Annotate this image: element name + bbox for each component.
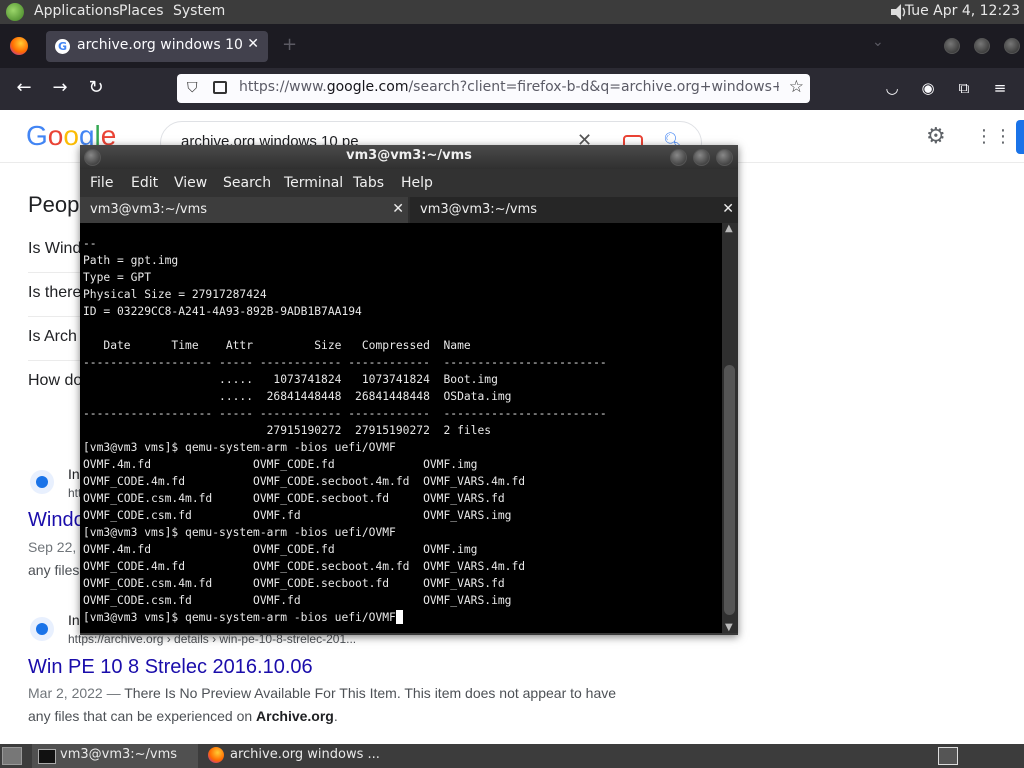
pocket-icon[interactable]: ◡ <box>882 79 902 97</box>
paa-question-3[interactable]: Is Arch <box>28 328 77 346</box>
terminal-output-text: -- Path = gpt.img Type = GPT Physical Si… <box>83 237 607 607</box>
tab-title: archive.org windows 10 pe - <box>77 37 242 53</box>
close-window-button[interactable] <box>1004 38 1020 54</box>
paa-question-1[interactable]: Is Wind <box>28 240 81 258</box>
tracking-shield-icon[interactable]: ⛉ <box>187 80 198 96</box>
people-also-ask-heading: Peop <box>28 192 80 217</box>
firefox-tab-bar: G archive.org windows 10 pe - ✕ + ⌄ <box>0 24 1024 68</box>
scrollbar-thumb[interactable] <box>724 365 735 615</box>
close-tab-icon[interactable]: ✕ <box>722 201 734 217</box>
terminal-tab-1[interactable]: vm3@vm3:~/vms ✕ <box>80 197 408 223</box>
new-tab-button[interactable]: + <box>282 34 297 55</box>
reload-icon[interactable]: ↻ <box>84 77 108 98</box>
paa-divider <box>28 272 88 273</box>
archive-favicon-icon <box>30 617 54 641</box>
terminal-menubar: File Edit View Search Terminal Tabs Help <box>80 169 738 197</box>
bottom-taskbar: vm3@vm3:~/vms archive.org windows ... <box>0 744 1024 768</box>
firefox-icon[interactable] <box>10 37 28 55</box>
minimize-button[interactable] <box>670 149 687 166</box>
window-menu-button[interactable] <box>84 149 101 166</box>
menu-file[interactable]: File <box>90 175 113 191</box>
tab-label: vm3@vm3:~/vms <box>90 202 208 217</box>
extensions-icon[interactable]: ⧉ <box>954 79 974 97</box>
result-snippet: Mar 2, 2022 — There Is No Preview Availa… <box>28 682 638 728</box>
distro-logo-icon[interactable] <box>6 3 24 21</box>
paa-divider <box>28 360 88 361</box>
terminal-titlebar[interactable]: vm3@vm3:~/vms <box>80 145 738 169</box>
hamburger-menu-icon[interactable]: ≡ <box>990 79 1010 97</box>
menu-search[interactable]: Search <box>223 175 271 191</box>
workspace-switcher-icon[interactable] <box>938 747 958 765</box>
applications-menu[interactable]: Applications <box>34 3 120 19</box>
places-menu[interactable]: Places <box>119 3 164 19</box>
result-snippet-bold: Archive.org <box>256 708 334 724</box>
taskbar-terminal-button[interactable]: vm3@vm3:~/vms <box>32 744 198 768</box>
text-cursor <box>395 610 403 624</box>
tab-label: vm3@vm3:~/vms <box>420 202 538 217</box>
bookmark-star-icon[interactable]: ☆ <box>789 77 804 97</box>
settings-gear-icon[interactable]: ⚙ <box>926 124 946 149</box>
firefox-icon <box>208 747 224 763</box>
result-site-name[interactable]: In <box>68 612 80 628</box>
terminal-screen[interactable]: -- Path = gpt.img Type = GPT Physical Si… <box>80 223 722 633</box>
taskbar-item-label: vm3@vm3:~/vms <box>60 747 178 762</box>
terminal-prompt-line[interactable]: [vm3@vm3 vms]$ qemu-system-arm -bios uef… <box>83 611 396 624</box>
close-tab-icon[interactable]: ✕ <box>247 36 259 52</box>
firefox-nav-toolbar: ← → ↻ ⛉ https://www.google.com/search?cl… <box>0 68 1024 110</box>
paa-divider <box>28 316 88 317</box>
google-favicon-icon: G <box>55 39 70 54</box>
close-window-button[interactable] <box>716 149 733 166</box>
show-desktop-icon[interactable] <box>2 747 22 765</box>
sign-in-button[interactable] <box>1016 120 1024 154</box>
terminal-output: -- Path = gpt.img Type = GPT Physical Si… <box>80 223 722 626</box>
maximize-button[interactable] <box>974 38 990 54</box>
terminal-tab-strip: vm3@vm3:~/vms ✕ vm3@vm3:~/vms ✕ <box>80 197 738 223</box>
account-icon[interactable]: ◉ <box>918 79 938 97</box>
taskbar-firefox-button[interactable]: archive.org windows ... <box>202 744 382 768</box>
browser-tab-active[interactable]: G archive.org windows 10 pe - ✕ <box>46 31 268 62</box>
result-date: Sep 22, <box>28 539 77 555</box>
result-snippet-text: any files <box>28 562 80 578</box>
menu-terminal[interactable]: Terminal <box>284 175 343 191</box>
terminal-tab-2[interactable]: vm3@vm3:~/vms ✕ <box>410 197 738 223</box>
clock[interactable]: Tue Apr 4, 12:23 <box>905 3 1020 19</box>
result-date: Mar 2, 2022 — <box>28 685 121 701</box>
menu-help[interactable]: Help <box>401 175 433 191</box>
paa-question-4[interactable]: How do <box>28 372 82 390</box>
taskbar-item-label: archive.org windows ... <box>230 747 380 762</box>
close-tab-icon[interactable]: ✕ <box>392 201 404 217</box>
forward-arrow-icon[interactable]: → <box>48 77 72 98</box>
paa-question-2[interactable]: Is there <box>28 284 81 302</box>
menu-edit[interactable]: Edit <box>131 175 158 191</box>
scroll-up-arrow-icon[interactable]: ▲ <box>725 223 733 234</box>
archive-favicon-icon <box>30 470 54 494</box>
terminal-window[interactable]: vm3@vm3:~/vms File Edit View Search Term… <box>80 145 738 635</box>
result-title[interactable]: Win PE 10 8 Strelec 2016.10.06 <box>28 656 313 679</box>
result-title[interactable]: Windo <box>28 509 85 532</box>
minimize-button[interactable] <box>944 38 960 54</box>
terminal-scrollbar[interactable]: ▲ ▼ <box>722 223 738 633</box>
scroll-down-arrow-icon[interactable]: ▼ <box>725 622 733 633</box>
result-site-name[interactable]: In <box>68 466 80 482</box>
result-snippet-end: . <box>333 708 338 724</box>
maximize-button[interactable] <box>693 149 710 166</box>
top-panel: Applications Places System Tue Apr 4, 12… <box>0 0 1024 24</box>
system-menu[interactable]: System <box>173 3 225 19</box>
menu-tabs[interactable]: Tabs <box>353 175 384 191</box>
terminal-title: vm3@vm3:~/vms <box>346 148 472 163</box>
lock-icon[interactable] <box>213 81 227 94</box>
back-arrow-icon[interactable]: ← <box>12 77 36 98</box>
url-text[interactable]: https://www.google.com/search?client=fir… <box>239 79 779 95</box>
list-tabs-chevron-icon[interactable]: ⌄ <box>872 34 884 50</box>
terminal-icon <box>38 749 56 764</box>
url-bar[interactable]: ⛉ https://www.google.com/search?client=f… <box>177 74 810 103</box>
menu-view[interactable]: View <box>174 175 207 191</box>
